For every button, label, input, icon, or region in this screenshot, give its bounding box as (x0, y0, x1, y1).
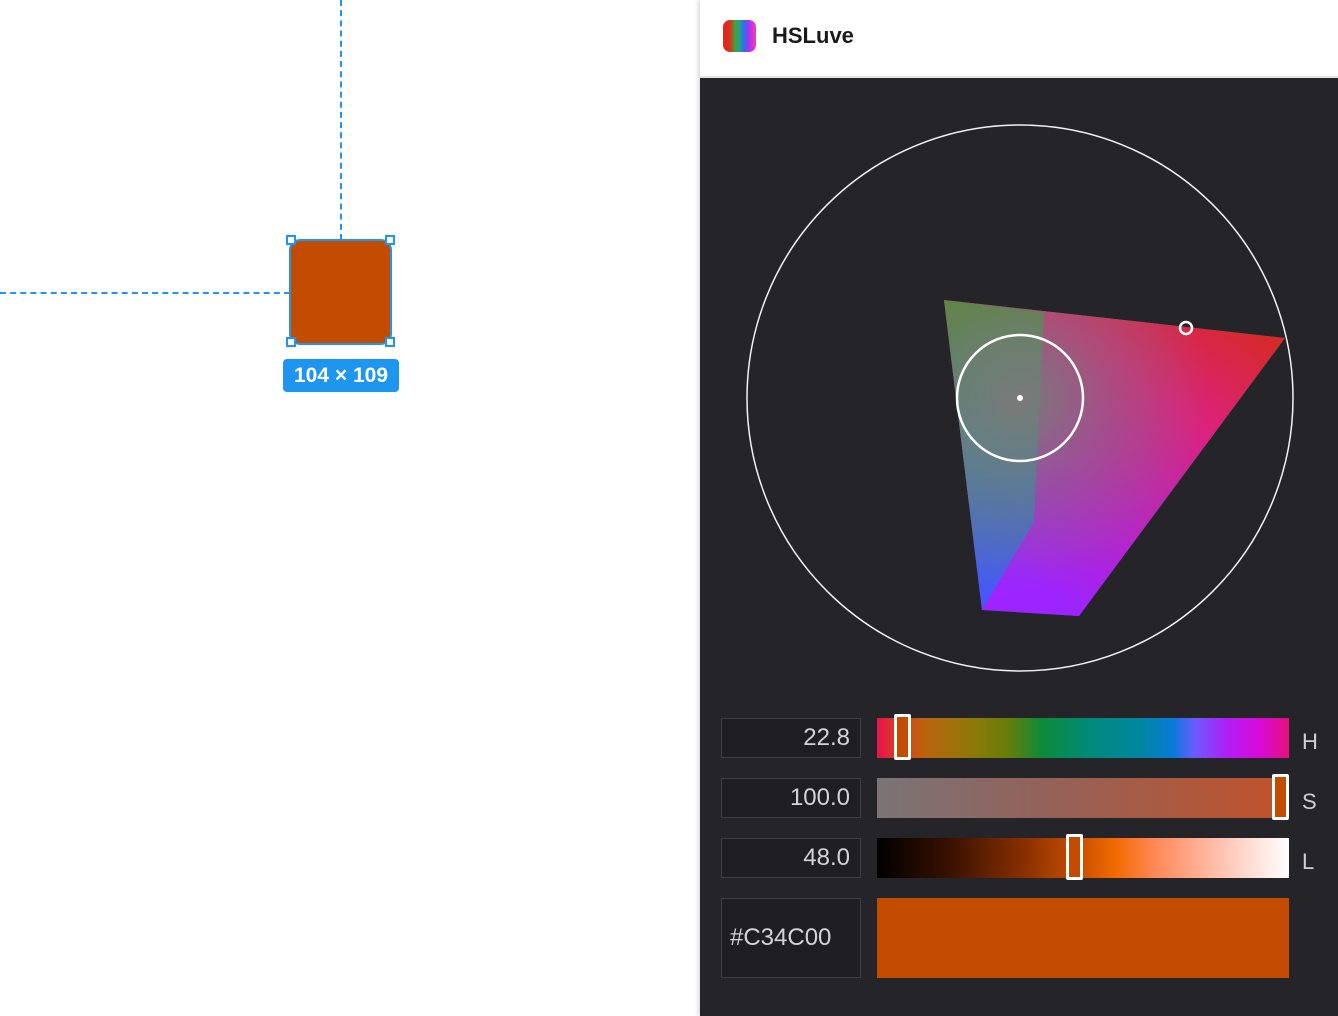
hue-saturation-picker[interactable] (744, 122, 1296, 674)
hue-slider-thumb[interactable] (894, 714, 912, 760)
horizontal-guide-line (0, 292, 290, 294)
plugin-titlebar: HSLuve (700, 0, 1338, 78)
vertical-guide-line (340, 0, 342, 240)
hsluv-gradient-icon (723, 20, 756, 52)
saturation-row: S (700, 774, 1338, 820)
color-preview-swatch (877, 898, 1289, 978)
hue-slider[interactable] (877, 714, 1289, 760)
selection-size-badge: 104 × 109 (283, 359, 399, 392)
lightness-input[interactable] (721, 838, 861, 878)
saturation-label: S (1302, 789, 1317, 814)
design-canvas[interactable]: 104 × 109 (0, 0, 700, 1016)
lightness-slider-thumb[interactable] (1066, 834, 1084, 880)
selected-rectangle[interactable] (291, 241, 390, 343)
resize-handle-top-right[interactable] (385, 235, 395, 245)
resize-handle-bottom-left[interactable] (286, 337, 296, 347)
gamut-polygon (944, 300, 1285, 616)
lightness-slider[interactable] (877, 834, 1289, 880)
saturation-input[interactable] (721, 778, 861, 818)
lightness-label: L (1302, 849, 1315, 874)
saturation-slider[interactable] (877, 774, 1289, 820)
hue-input[interactable] (721, 718, 861, 758)
hsluv-plugin-panel: HSLuve 22.8 H 100.0 S 48.0 L #C34C00 (700, 0, 1338, 1016)
hex-color-input[interactable] (721, 898, 861, 978)
resize-handle-bottom-right[interactable] (385, 337, 395, 347)
lightness-row: L (700, 834, 1338, 880)
hue-row: H (700, 714, 1338, 760)
hue-label: H (1302, 729, 1318, 754)
center-dot (1017, 395, 1023, 401)
saturation-slider-thumb[interactable] (1272, 774, 1289, 820)
plugin-title: HSLuve (772, 23, 854, 48)
resize-handle-top-left[interactable] (286, 235, 296, 245)
